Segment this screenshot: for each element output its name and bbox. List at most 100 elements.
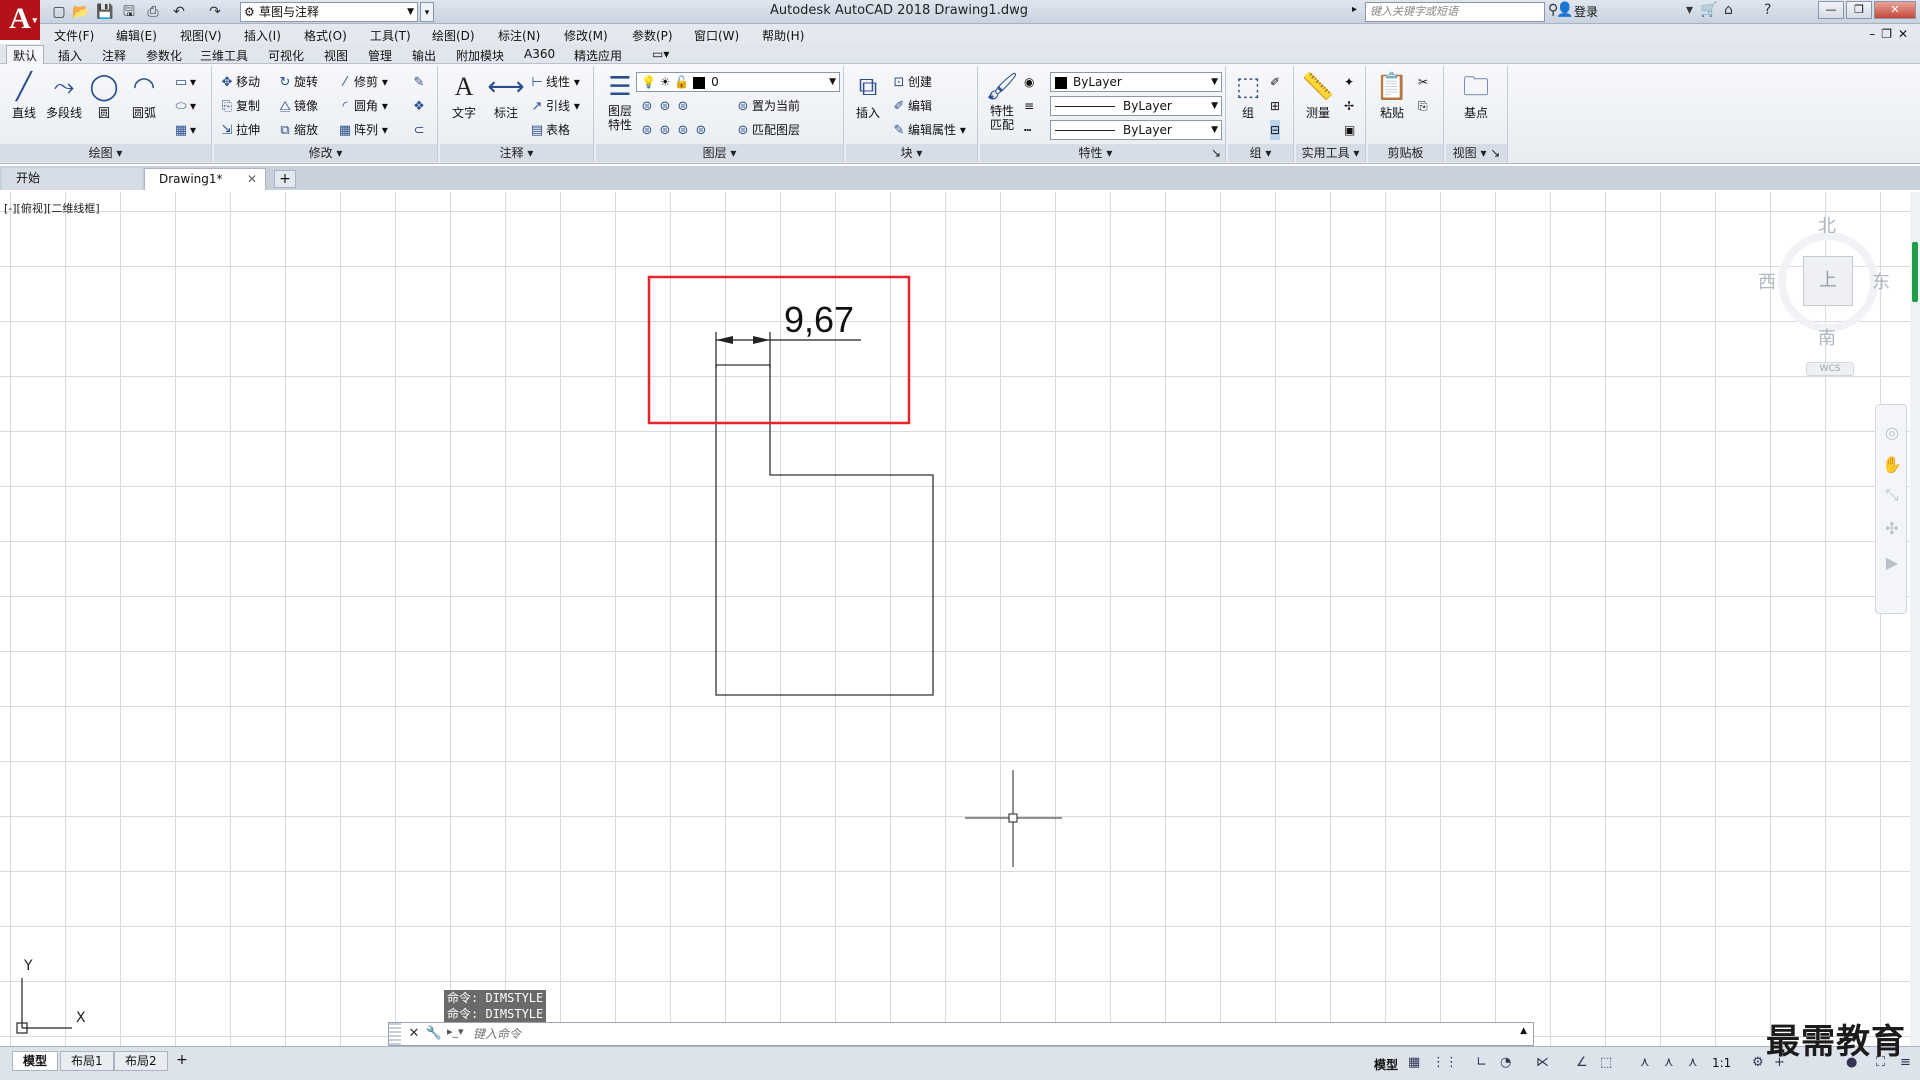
scale-button[interactable]: ⧉ 缩放 <box>276 120 318 140</box>
set-current-button[interactable]: ⊜ 置为当前 <box>734 96 800 116</box>
workspace-gear-icon[interactable]: ⚙ <box>1752 1055 1764 1070</box>
osnap-icon[interactable]: ⋉ <box>1536 1055 1549 1070</box>
paste-button[interactable]: 📋 粘贴 <box>1372 70 1412 121</box>
panel-title-properties[interactable]: 特性 ▾ ↘ <box>980 144 1225 162</box>
tab-annotate[interactable]: 注释 <box>102 47 126 64</box>
edit-block-button[interactable]: ✐ 编辑 <box>890 96 932 116</box>
dimension-button[interactable]: ⟷ 标注 <box>486 70 526 121</box>
layer-tools-row2[interactable]: ⊜ ⊜ ⊜ ⊜ <box>638 120 710 140</box>
panel-title-draw[interactable]: 绘图 ▾ <box>0 144 211 162</box>
chevron-up-icon[interactable]: ▲ <box>1520 1026 1527 1036</box>
lineweight-select[interactable]: ByLayer ▼ <box>1050 120 1222 140</box>
panel-title-groups[interactable]: 组 ▾ <box>1228 144 1293 162</box>
open-file-icon[interactable]: 📂 <box>72 3 90 21</box>
tab-insert[interactable]: 插入 <box>58 47 82 64</box>
insert-block-button[interactable]: ⧉ 插入 <box>848 70 888 121</box>
help-icon[interactable]: ? <box>1764 2 1771 18</box>
orbit-icon[interactable]: ✣ <box>1882 519 1902 539</box>
erase-button[interactable]: ✎ <box>410 72 428 92</box>
viewcube-west[interactable]: 西 <box>1758 268 1776 294</box>
model-space-button[interactable]: 模型 <box>1374 1056 1398 1073</box>
copy-clip-icon[interactable]: ⎘ <box>1418 96 1428 116</box>
quick-select-icon[interactable]: ✦ <box>1344 72 1354 92</box>
application-menu-button[interactable]: A ▾ <box>0 0 40 40</box>
linetype-icon[interactable]: ┅ <box>1024 120 1031 140</box>
pan-icon[interactable]: ✋ <box>1882 455 1902 475</box>
measure-button[interactable]: 📏 测量 <box>1298 70 1338 121</box>
layout-tab-model[interactable]: 模型 <box>12 1051 59 1071</box>
line-button[interactable]: ╱ 直线 <box>4 70 44 121</box>
menu-dimension[interactable]: 标注(N) <box>498 27 540 44</box>
chevron-down-icon[interactable]: ▾ <box>1686 2 1693 18</box>
panel-title-view[interactable]: 视图 ▾ ↘ <box>1446 144 1507 162</box>
menu-insert[interactable]: 插入(I) <box>244 27 281 44</box>
text-button[interactable]: A 文字 <box>444 70 484 121</box>
annotation-autoscale-icon[interactable]: ⋏ <box>1664 1055 1674 1070</box>
linear-button[interactable]: ⊢ 线性 ▾ <box>528 72 580 92</box>
tab-visualize[interactable]: 可视化 <box>268 47 304 64</box>
copy-button[interactable]: ⎘ 复制 <box>218 96 260 116</box>
document-window-controls[interactable]: –❐✕ <box>1869 27 1914 41</box>
group-edit-icon[interactable]: ⊞ <box>1270 96 1280 116</box>
new-layout-button[interactable]: + <box>172 1052 192 1070</box>
save-icon[interactable]: 💾 <box>96 3 114 21</box>
login-button[interactable]: 登录 <box>1574 3 1598 20</box>
point-icon[interactable]: ✢ <box>1344 96 1354 116</box>
mirror-button[interactable]: ⧋ 镜像 <box>276 96 318 116</box>
viewcube-north[interactable]: 北 <box>1818 212 1836 238</box>
viewcube[interactable]: 北 西 东 南 上 WCS <box>1758 212 1890 376</box>
match-layer-button[interactable]: ⊜ 匹配图层 <box>734 120 800 140</box>
tab-addins[interactable]: 附加模块 <box>456 47 504 64</box>
layout-tab-layout2[interactable]: 布局2 <box>114 1051 168 1071</box>
panel-title-block[interactable]: 块 ▾ <box>846 144 977 162</box>
tab-drawing1[interactable]: Drawing1* ✕ <box>144 168 266 190</box>
edit-attributes-button[interactable]: ✎ 编辑属性 ▾ <box>890 120 966 140</box>
color-wheel-icon[interactable]: ◉ <box>1024 72 1034 92</box>
viewcube-top-face[interactable]: 上 <box>1803 256 1853 306</box>
wcs-menu-button[interactable]: WCS <box>1806 362 1854 376</box>
menu-edit[interactable]: 编辑(E) <box>116 27 157 44</box>
scrollbar-thumb[interactable] <box>1912 242 1918 302</box>
ellipse-button[interactable]: ⬭ ▾ <box>172 96 196 116</box>
quick-access-customize-button[interactable]: ▾ <box>420 2 434 22</box>
menu-parametric[interactable]: 参数(P) <box>632 27 673 44</box>
tab-manage[interactable]: 管理 <box>368 47 392 64</box>
move-button[interactable]: ✥ 移动 <box>218 72 260 92</box>
create-block-button[interactable]: ⊡ 创建 <box>890 72 932 92</box>
new-tab-button[interactable]: + <box>274 170 296 188</box>
leader-button[interactable]: ↗ 引线 ▾ <box>528 96 580 116</box>
selection-cycling-icon[interactable]: ⬚ <box>1600 1055 1612 1070</box>
stretch-button[interactable]: ⇲ 拉伸 <box>218 120 260 140</box>
menu-window[interactable]: 窗口(W) <box>694 27 739 44</box>
panel-title-layers[interactable]: 图层 ▾ <box>596 144 843 162</box>
layer-tools-row1[interactable]: ⊜ ⊜ ⊜ <box>638 96 692 116</box>
drawing-canvas[interactable]: [-][俯视][二维线框] 9,67 Y X 北 西 东 南 上 WCS ◎ ✋ <box>0 192 1920 1046</box>
circle-button[interactable]: ◯ 圆 <box>84 70 124 121</box>
command-prompt-icon[interactable]: ▸_▾ <box>447 1025 464 1038</box>
undo-icon[interactable]: ↶ <box>170 3 188 21</box>
tab-parametric[interactable]: 参数化 <box>146 47 182 64</box>
panel-title-utilities[interactable]: 实用工具 ▾ <box>1296 144 1365 162</box>
group-select-icon[interactable]: ⊟ <box>1270 120 1281 140</box>
search-input[interactable]: 键入关键字或短语 <box>1365 2 1545 22</box>
minimize-button[interactable]: — <box>1818 1 1844 19</box>
save-as-icon[interactable]: 🖫 <box>120 3 138 21</box>
search-expand-icon[interactable]: ▸ <box>1352 4 1357 15</box>
snap-icon[interactable]: ⋮⋮ <box>1432 1055 1458 1070</box>
tab-3d-tools[interactable]: 三维工具 <box>200 47 248 64</box>
close-tab-icon[interactable]: ✕ <box>247 169 257 189</box>
menu-draw[interactable]: 绘图(D) <box>432 27 475 44</box>
match-properties-button[interactable]: 🖌 特性 匹配 <box>982 70 1022 132</box>
table-button[interactable]: ▤ 表格 <box>528 120 570 140</box>
rotate-button[interactable]: ↻ 旋转 <box>276 72 318 92</box>
new-file-icon[interactable]: ▢ <box>50 3 68 21</box>
polar-icon[interactable]: ◔ <box>1500 1055 1511 1070</box>
offset-button[interactable]: ⊂ <box>410 120 428 140</box>
panel-title-annotation[interactable]: 注释 ▾ <box>440 144 593 162</box>
hatch-button[interactable]: ▦ ▾ <box>172 120 196 140</box>
color-select[interactable]: ByLayer ▼ <box>1050 72 1222 92</box>
trim-button[interactable]: ⁄ 修剪 ▾ <box>336 72 388 92</box>
layout-tab-layout1[interactable]: 布局1 <box>60 1051 114 1071</box>
grid-icon[interactable]: ▦ <box>1408 1055 1420 1070</box>
rectangle-button[interactable]: ▭ ▾ <box>172 72 196 92</box>
